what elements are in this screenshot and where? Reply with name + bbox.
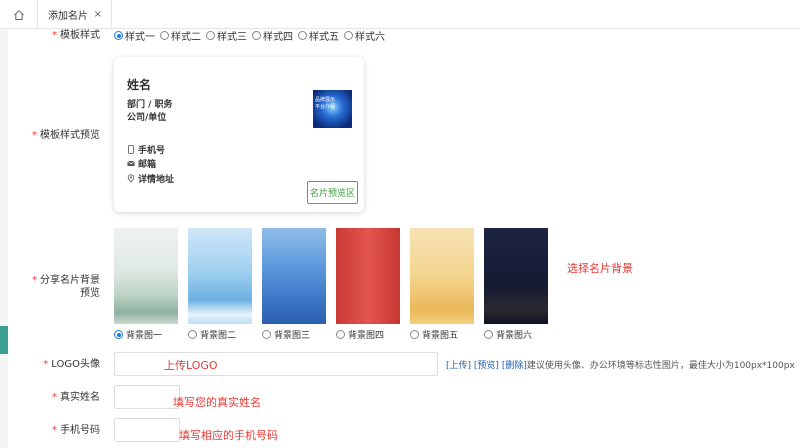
real-name-input[interactable] bbox=[114, 385, 180, 409]
radio-icon bbox=[484, 330, 493, 339]
template-style-option-2[interactable]: 样式二 bbox=[160, 28, 201, 43]
radio-icon bbox=[252, 31, 261, 40]
mail-icon bbox=[127, 160, 135, 166]
background-option-1[interactable]: 背景图一 bbox=[114, 328, 162, 341]
logo-label: * LOGO头像 bbox=[43, 359, 100, 370]
background-thumbnail-1[interactable] bbox=[114, 228, 178, 324]
template-style-option-5[interactable]: 样式五 bbox=[298, 28, 339, 43]
radio-icon bbox=[188, 330, 197, 339]
tab-label: 添加名片 bbox=[48, 11, 88, 22]
share-background-label: * 分享名片背景 预览 bbox=[32, 275, 100, 299]
logo-input[interactable] bbox=[114, 352, 438, 376]
card-address-row: 详情地址 bbox=[127, 172, 174, 185]
home-icon bbox=[13, 9, 24, 20]
card-company: 公司/单位 bbox=[127, 113, 167, 123]
background-thumbnail-5[interactable] bbox=[410, 228, 474, 324]
background-option-2[interactable]: 背景图二 bbox=[188, 328, 236, 341]
real-name-hint: 填写您的真实姓名 bbox=[173, 396, 261, 409]
background-hint: 选择名片背景 bbox=[567, 262, 633, 275]
background-option-3[interactable]: 背景图三 bbox=[262, 328, 310, 341]
radio-checked-icon bbox=[114, 330, 123, 339]
phone-hint: 填写相应的手机号码 bbox=[179, 429, 278, 442]
radio-icon bbox=[336, 330, 345, 339]
background-thumbnail-3[interactable] bbox=[262, 228, 326, 324]
sidebar-active-marker bbox=[0, 326, 8, 354]
card-email-row: 邮箱 bbox=[127, 157, 156, 170]
template-style-radio-group: 样式一 样式二 样式三 样式四 样式五 样式六 bbox=[114, 28, 385, 43]
location-icon bbox=[127, 174, 135, 183]
phone-label: * 手机号码 bbox=[52, 425, 100, 436]
close-icon[interactable]: × bbox=[94, 9, 102, 20]
logo-size-note: 建议使用头像、办公环境等标志性图片，最佳大小为100px*100px bbox=[526, 361, 795, 371]
template-style-option-3[interactable]: 样式三 bbox=[206, 28, 247, 43]
logo-upload-link[interactable]: [上传] bbox=[446, 361, 471, 371]
template-style-label: * 模板样式 bbox=[52, 30, 100, 41]
card-department: 部门 / 职务 bbox=[127, 100, 173, 110]
radio-icon bbox=[160, 31, 169, 40]
logo-actions: [上传] [预览] [删除]建议使用头像、办公环境等标志性图片，最佳大小为100… bbox=[446, 358, 795, 371]
logo-hint: 上传LOGO bbox=[164, 359, 218, 372]
radio-icon bbox=[298, 31, 307, 40]
radio-icon bbox=[410, 330, 419, 339]
background-thumbnail-2[interactable] bbox=[188, 228, 252, 324]
radio-icon bbox=[262, 330, 271, 339]
home-tab[interactable] bbox=[0, 0, 38, 29]
tab-add-card[interactable]: 添加名片 × bbox=[38, 0, 112, 29]
real-name-label: * 真实姓名 bbox=[52, 392, 100, 403]
card-logo-thumbnail: 品牌展示 平台介绍 bbox=[313, 90, 352, 128]
template-preview-label: * 模板样式预览 bbox=[32, 130, 100, 141]
background-option-6[interactable]: 背景图六 bbox=[484, 328, 532, 341]
tab-bar: 添加名片 × bbox=[0, 0, 800, 29]
phone-icon bbox=[128, 145, 134, 154]
radio-icon bbox=[206, 31, 215, 40]
radio-icon bbox=[344, 31, 353, 40]
template-style-option-6[interactable]: 样式六 bbox=[344, 28, 385, 43]
background-option-5[interactable]: 背景图五 bbox=[410, 328, 458, 341]
template-style-option-1[interactable]: 样式一 bbox=[114, 28, 155, 43]
template-style-option-4[interactable]: 样式四 bbox=[252, 28, 293, 43]
background-thumbnail-6[interactable] bbox=[484, 228, 548, 324]
logo-delete-link[interactable]: [删除] bbox=[502, 361, 527, 371]
logo-preview-link[interactable]: [预览] bbox=[474, 361, 499, 371]
background-thumbnail-4[interactable] bbox=[336, 228, 400, 324]
phone-input[interactable] bbox=[114, 418, 180, 442]
business-card-preview: 姓名 部门 / 职务 公司/单位 品牌展示 平台介绍 手机号 邮箱 详情地址 名… bbox=[114, 57, 364, 212]
card-name: 姓名 bbox=[127, 78, 152, 92]
card-preview-button[interactable]: 名片预览区 bbox=[307, 181, 358, 204]
background-option-4[interactable]: 背景图四 bbox=[336, 328, 384, 341]
left-sidebar-strip bbox=[0, 29, 8, 448]
radio-checked-icon bbox=[114, 31, 123, 40]
card-phone-row: 手机号 bbox=[127, 143, 165, 156]
